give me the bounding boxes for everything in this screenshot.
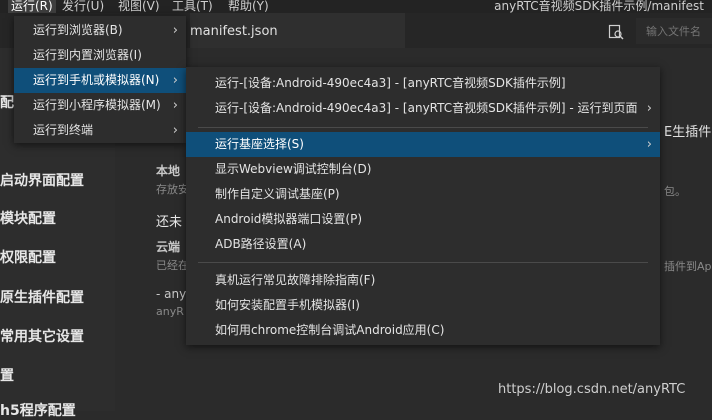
menu-item-label: 运行-[设备:Android-490ec4a3] - [anyRTC音视频SDK… — [215, 76, 566, 90]
menu-item-label: Android模拟器端口设置(P) — [215, 212, 362, 226]
menu-item-label: 真机运行常见故障排除指南(F) — [215, 273, 376, 287]
menu-item-install-emulator[interactable]: 如何安装配置手机模拟器(I) — [186, 293, 660, 318]
menu-bar: 运行(R) 发行(U) 视图(V) 工具(T) 帮助(Y) anyRTC音视频S… — [0, 0, 712, 13]
cloud-plugins-desc: 已经在 — [156, 259, 189, 272]
menu-item-emulator-port[interactable]: Android模拟器端口设置(P) — [186, 207, 660, 232]
menu-view[interactable]: 视图(V) — [118, 0, 160, 13]
menu-item-label: 运行到小程序模拟器(M) — [33, 98, 161, 112]
menu-separator — [198, 262, 648, 263]
menu-item-label: 运行到终端 — [33, 123, 94, 137]
menu-item-label: ADB路径设置(A) — [215, 237, 307, 251]
menu-item-label: 制作自定义调试基座(P) — [215, 187, 340, 201]
menu-item-custom-base[interactable]: 制作自定义调试基座(P) — [186, 182, 660, 207]
chevron-right-icon: › — [172, 123, 178, 138]
menu-item-label: 运行到浏览器(B) — [33, 23, 123, 37]
cloud-plugin-item-sub: anyR — [156, 305, 184, 318]
run-menu: 运行到浏览器(B) › 运行到内置浏览器(I) 运行到手机或模拟器(N) › 运… — [14, 16, 186, 143]
menu-item-label: 如何安装配置手机模拟器(I) — [215, 298, 360, 312]
sidebar-item-modules[interactable]: 模块配置 — [0, 208, 56, 228]
cloud-plugins-desc-right: 插件到Ap — [664, 260, 712, 273]
menu-item-label: 运行到手机或模拟器(N) — [33, 73, 160, 87]
sidebar-item-permissions[interactable]: 权限配置 — [0, 247, 56, 267]
preview-icon[interactable] — [608, 24, 624, 40]
file-search-input[interactable] — [636, 18, 712, 44]
sidebar-item-partial[interactable]: 置 — [0, 365, 14, 385]
menu-publish[interactable]: 发行(U) — [62, 0, 104, 13]
menu-help[interactable]: 帮助(Y) — [228, 0, 269, 13]
menu-item-webview-console[interactable]: 显示Webview调试控制台(D) — [186, 157, 660, 182]
chevron-right-icon: › — [172, 73, 178, 88]
tab-label: manifest.json — [190, 24, 278, 39]
menu-item-label: 如何用chrome控制台调试Android应用(C) — [215, 323, 445, 337]
menu-item-run-android[interactable]: 运行-[设备:Android-490ec4a3] - [anyRTC音视频SDK… — [186, 71, 660, 96]
menu-item-run-device[interactable]: 运行到手机或模拟器(N) › — [14, 68, 186, 93]
sidebar-item-splash[interactable]: 启动界面配置 — [0, 170, 84, 190]
menu-item-run-builtin-browser[interactable]: 运行到内置浏览器(I) — [14, 43, 186, 68]
menu-item-run-terminal[interactable]: 运行到终端 › — [14, 118, 186, 143]
menu-item-adb-path[interactable]: ADB路径设置(A) — [186, 232, 660, 257]
menu-item-troubleshooting[interactable]: 真机运行常见故障排除指南(F) — [186, 268, 660, 293]
window-title: anyRTC音视频SDK插件示例/manifest — [494, 0, 704, 13]
menu-run[interactable]: 运行(R) — [8, 0, 56, 13]
chevron-right-icon: › — [172, 23, 178, 38]
tab-manifest[interactable]: manifest.json — [190, 13, 405, 48]
sidebar-item-basic[interactable]: 配 — [0, 92, 14, 112]
menu-item-label: 运行到内置浏览器(I) — [33, 48, 142, 62]
chevron-right-icon: › — [646, 101, 652, 116]
cloud-plugin-item: - any — [156, 287, 187, 301]
menu-item-label: 显示Webview调试控制台(D) — [215, 162, 372, 176]
cloud-plugins-title: 云端 — [156, 240, 181, 254]
menu-tools[interactable]: 工具(T) — [172, 0, 213, 13]
device-submenu: 运行-[设备:Android-490ec4a3] - [anyRTC音视频SDK… — [186, 67, 660, 345]
chevron-right-icon: › — [646, 137, 652, 152]
no-plugins-text: 还未 — [156, 215, 183, 230]
local-plugins-title: 本地 — [156, 164, 181, 178]
menu-item-label: 运行基座选择(S) — [215, 137, 304, 151]
sidebar-item-other-settings[interactable]: 常用其它设置 — [0, 326, 84, 346]
menu-item-chrome-debug[interactable]: 如何用chrome控制台调试Android应用(C) — [186, 318, 660, 343]
menu-item-run-browser[interactable]: 运行到浏览器(B) › — [14, 18, 186, 43]
local-plugins-desc-right: 包。 — [664, 185, 686, 198]
menu-item-label: 运行-[设备:Android-490ec4a3] - [anyRTC音视频SDK… — [215, 101, 638, 115]
menu-item-base-select[interactable]: 运行基座选择(S) › — [186, 132, 660, 157]
native-plugin-heading-right: E生插件, — [664, 125, 712, 140]
menu-item-run-miniprogram[interactable]: 运行到小程序模拟器(M) › — [14, 93, 186, 118]
sidebar-item-native-plugins[interactable]: 原生插件配置 — [0, 287, 84, 307]
menu-separator — [198, 127, 648, 128]
menu-item-run-android-page[interactable]: 运行-[设备:Android-490ec4a3] - [anyRTC音视频SDK… — [186, 96, 660, 121]
chevron-right-icon: › — [172, 98, 178, 113]
watermark: https://blog.csdn.net/anyRTC — [498, 382, 686, 397]
local-plugins-desc: 存放安 — [156, 183, 189, 196]
sidebar-item-h5[interactable]: h5程序配置 — [0, 400, 76, 420]
